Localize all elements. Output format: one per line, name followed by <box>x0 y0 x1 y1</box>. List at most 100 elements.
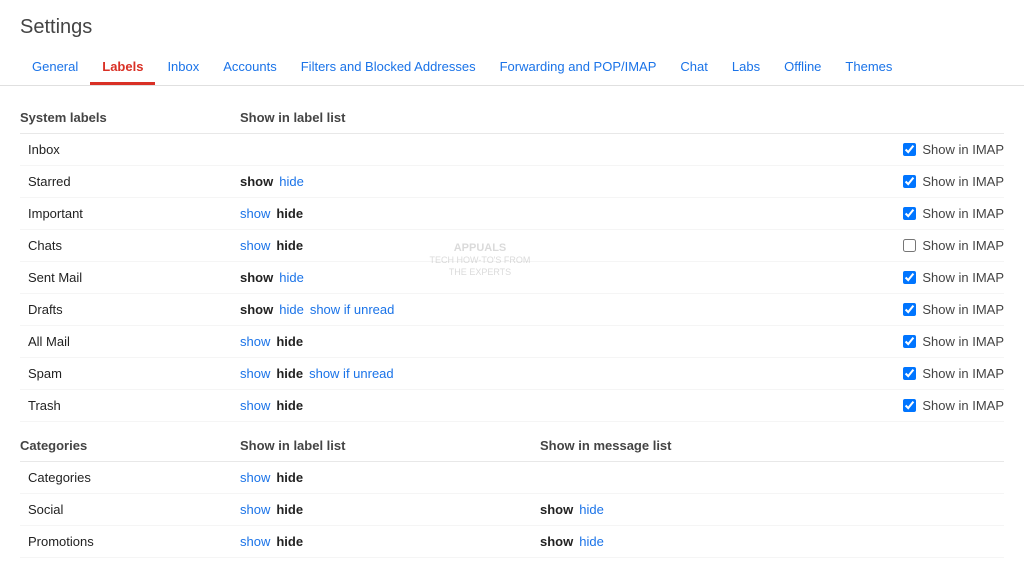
promotions-msg-show-hide: show hide <box>540 534 840 549</box>
label-row-inbox: Inbox Show in IMAP <box>20 134 1004 166</box>
promotions-label-show-hide: show hide <box>240 534 540 549</box>
label-name-inbox: Inbox <box>20 142 240 157</box>
allmail-imap-checkbox[interactable] <box>903 335 916 348</box>
label-row-drafts: Drafts show hide show if unread Show in … <box>20 294 1004 326</box>
drafts-hide-link[interactable]: hide <box>279 302 304 317</box>
spam-show-hide: show hide show if unread <box>240 366 540 381</box>
label-row-important: Important show hide Show in IMAP <box>20 198 1004 230</box>
label-row-chats: Chats show hide Show in IMAP <box>20 230 1004 262</box>
sentmail-imap-label: Show in IMAP <box>922 270 1004 285</box>
sentmail-imap-checkbox[interactable] <box>903 271 916 284</box>
trash-show-link[interactable]: show <box>240 398 270 413</box>
social-label-hide-bold: hide <box>276 502 303 517</box>
chats-show-link[interactable]: show <box>240 238 270 253</box>
categories-show-msg-header: Show in message list <box>540 438 840 453</box>
social-msg-show-hide: show hide <box>540 502 840 517</box>
spam-imap-checkbox[interactable] <box>903 367 916 380</box>
tab-themes[interactable]: Themes <box>833 51 904 85</box>
tab-labs[interactable]: Labs <box>720 51 772 85</box>
important-show-link[interactable]: show <box>240 206 270 221</box>
chats-imap-checkbox[interactable] <box>903 239 916 252</box>
categories-show-label-header: Show in label list <box>240 438 540 453</box>
cat-row-social: Social show hide show hide <box>20 494 1004 526</box>
tab-forwarding[interactable]: Forwarding and POP/IMAP <box>488 51 669 85</box>
allmail-show-hide: show hide <box>240 334 540 349</box>
trash-show-hide: show hide <box>240 398 540 413</box>
spam-imap: Show in IMAP <box>844 366 1004 381</box>
label-name-sentmail: Sent Mail <box>20 270 240 285</box>
social-label-show-link[interactable]: show <box>240 502 270 517</box>
inbox-imap-checkbox[interactable] <box>903 143 916 156</box>
show-in-label-list-header: Show in label list <box>240 110 540 125</box>
promotions-msg-hide-link[interactable]: hide <box>579 534 604 549</box>
tab-accounts[interactable]: Accounts <box>211 51 288 85</box>
starred-imap: Show in IMAP <box>844 174 1004 189</box>
promotions-label-show-link[interactable]: show <box>240 534 270 549</box>
tab-general[interactable]: General <box>20 51 90 85</box>
sentmail-show-bold: show <box>240 270 273 285</box>
spam-imap-label: Show in IMAP <box>922 366 1004 381</box>
tab-labels[interactable]: Labels <box>90 51 155 85</box>
important-hide-bold: hide <box>276 206 303 221</box>
spam-show-link[interactable]: show <box>240 366 270 381</box>
sentmail-hide-link[interactable]: hide <box>279 270 304 285</box>
important-imap: Show in IMAP <box>844 206 1004 221</box>
categories-show-link[interactable]: show <box>240 470 270 485</box>
social-msg-hide-link[interactable]: hide <box>579 502 604 517</box>
tab-offline[interactable]: Offline <box>772 51 833 85</box>
tab-inbox[interactable]: Inbox <box>155 51 211 85</box>
sentmail-show-hide: show hide <box>240 270 540 285</box>
categories-hide-bold: hide <box>276 470 303 485</box>
important-imap-checkbox[interactable] <box>903 207 916 220</box>
starred-imap-label: Show in IMAP <box>922 174 1004 189</box>
allmail-imap-label: Show in IMAP <box>922 334 1004 349</box>
trash-hide-bold: hide <box>276 398 303 413</box>
spam-showifunread-link[interactable]: show if unread <box>309 366 394 381</box>
sentmail-imap: Show in IMAP <box>844 270 1004 285</box>
spam-hide-bold: hide <box>276 366 303 381</box>
drafts-show-bold: show <box>240 302 273 317</box>
page-title: Settings <box>20 16 1004 39</box>
trash-imap-checkbox[interactable] <box>903 399 916 412</box>
social-msg-show-bold: show <box>540 502 573 517</box>
drafts-imap: Show in IMAP <box>844 302 1004 317</box>
cat-row-promotions: Promotions show hide show hide <box>20 526 1004 558</box>
label-row-allmail: All Mail show hide Show in IMAP <box>20 326 1004 358</box>
label-row-starred: Starred show hide Show in IMAP <box>20 166 1004 198</box>
cat-row-categories: Categories show hide <box>20 462 1004 494</box>
allmail-show-link[interactable]: show <box>240 334 270 349</box>
starred-imap-checkbox[interactable] <box>903 175 916 188</box>
promotions-label-hide-bold: hide <box>276 534 303 549</box>
important-show-hide: show hide <box>240 206 540 221</box>
allmail-hide-bold: hide <box>276 334 303 349</box>
starred-show-hide: show hide <box>240 174 540 189</box>
chats-show-hide: show hide <box>240 238 540 253</box>
label-name-chats: Chats <box>20 238 240 253</box>
cat-name-categories: Categories <box>20 470 240 485</box>
social-label-show-hide: show hide <box>240 502 540 517</box>
allmail-imap: Show in IMAP <box>844 334 1004 349</box>
tab-chat[interactable]: Chat <box>668 51 719 85</box>
starred-hide-link[interactable]: hide <box>279 174 304 189</box>
tab-filters[interactable]: Filters and Blocked Addresses <box>289 51 488 85</box>
categories-label-show-hide: show hide <box>240 470 540 485</box>
cat-name-promotions: Promotions <box>20 534 240 549</box>
drafts-showifunread-link[interactable]: show if unread <box>310 302 395 317</box>
label-row-sentmail: Sent Mail show hide Show in IMAP <box>20 262 1004 294</box>
promotions-msg-show-bold: show <box>540 534 573 549</box>
cat-name-social: Social <box>20 502 240 517</box>
system-labels-title: System labels <box>20 110 240 125</box>
system-labels-header: System labels Show in label list <box>20 102 1004 134</box>
chats-imap: Show in IMAP <box>844 238 1004 253</box>
inbox-imap: Show in IMAP <box>844 142 1004 157</box>
label-name-allmail: All Mail <box>20 334 240 349</box>
chats-hide-bold: hide <box>276 238 303 253</box>
trash-imap: Show in IMAP <box>844 398 1004 413</box>
label-row-spam: Spam show hide show if unread Show in IM… <box>20 358 1004 390</box>
inbox-imap-label: Show in IMAP <box>922 142 1004 157</box>
tabs-nav: General Labels Inbox Accounts Filters an… <box>20 51 1004 85</box>
drafts-imap-checkbox[interactable] <box>903 303 916 316</box>
starred-show-bold: show <box>240 174 273 189</box>
label-name-spam: Spam <box>20 366 240 381</box>
label-name-trash: Trash <box>20 398 240 413</box>
